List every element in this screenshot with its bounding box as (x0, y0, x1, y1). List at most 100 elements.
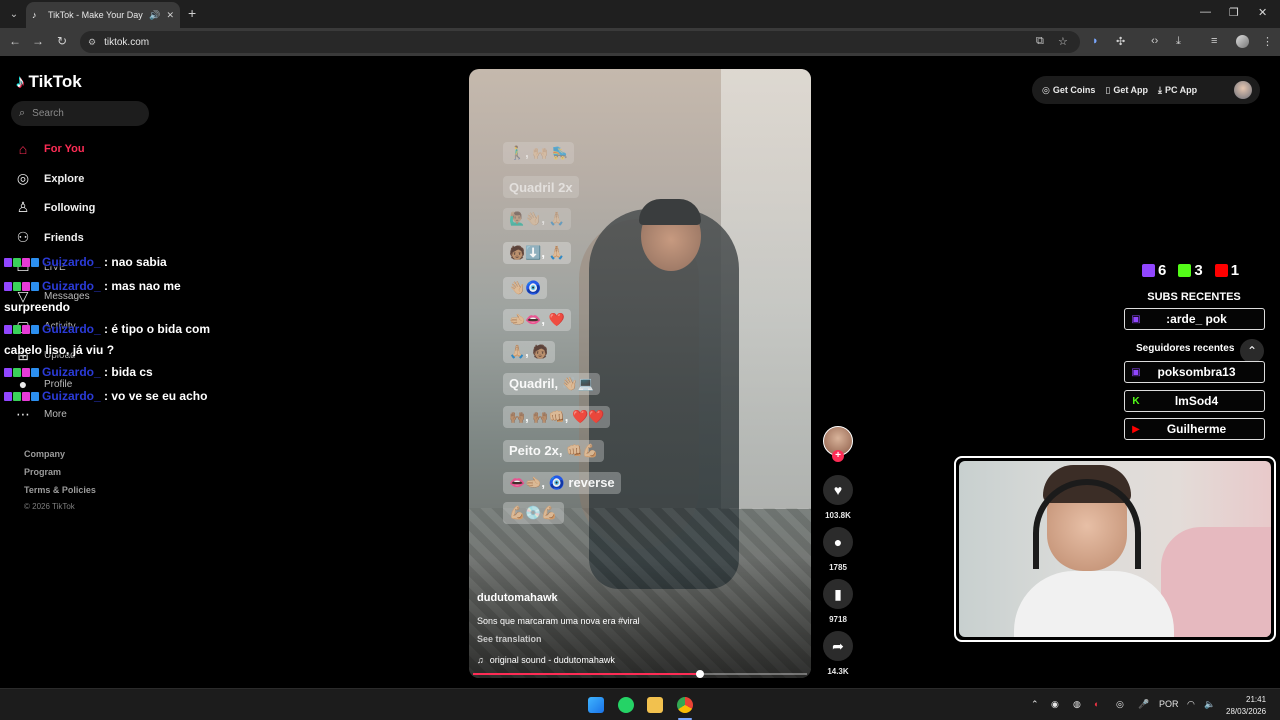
whatsapp-icon[interactable] (618, 697, 634, 713)
get-coins-button[interactable]: ◎ Get Coins (1042, 85, 1095, 96)
webcam-feed (959, 461, 1271, 637)
video-player[interactable]: 🚶‍♂️, 🙌🏼 🛼 Quadril 2x 🙋🏽‍♂️👋🏼, 🙏🏼 🧑🏽⬇️, … (469, 69, 811, 678)
follower-pill: ▶ Guilherme (1124, 418, 1265, 440)
system-clock[interactable]: 21:41 28/03/2026 (1226, 694, 1266, 718)
chat-badges-icon (4, 253, 40, 273)
search-input[interactable] (32, 108, 133, 119)
following-icon: ♙ (16, 199, 30, 215)
language-indicator[interactable]: POR (1159, 699, 1179, 709)
back-icon[interactable]: ← (7, 34, 23, 48)
browser-tab[interactable]: ♪ TikTok - Make Your Day 🔊 ✕ (26, 2, 180, 28)
minimize-button[interactable]: — (1200, 6, 1211, 18)
like-button[interactable]: ♥ (823, 475, 853, 505)
speaker-icon[interactable]: 🔊 (149, 10, 160, 21)
twitch-icon (1142, 264, 1155, 277)
app-tray-icon[interactable]: ◍ (1073, 699, 1081, 710)
bookmark-star-icon[interactable]: ☆ (1058, 35, 1068, 48)
file-explorer-icon[interactable] (647, 697, 663, 713)
get-app-button[interactable]: ▯ Get App (1105, 85, 1148, 96)
nav-explore[interactable]: ◎ Explore (14, 170, 84, 187)
tiktok-favicon-icon: ♪ (32, 10, 37, 20)
maximize-button[interactable]: ❐ (1229, 6, 1239, 19)
chat-username: Guizardo_ (42, 365, 101, 379)
tab-search-button[interactable]: ⌄ (4, 4, 24, 24)
dance-move-label: 🚶‍♂️, 🙌🏼 🛼 (503, 142, 575, 164)
video-sound[interactable]: ♫ original sound - dudutomahawk (477, 655, 615, 665)
coin-icon: ◎ (1042, 84, 1050, 95)
windows-taskbar: ⌃ ◉ ◍ ◐ ◎ 🎤 POR ◠ 🔈 21:41 28/03/2026 (0, 688, 1280, 720)
tiktok-logo[interactable]: ♪ TikTok (16, 72, 82, 92)
video-progress-bar[interactable] (473, 670, 807, 678)
extension-icon[interactable]: ◗ (1092, 35, 1099, 47)
logo-text: TikTok (28, 72, 82, 91)
profile-avatar[interactable] (1236, 35, 1249, 48)
chat-badges-icon (4, 277, 40, 297)
footer-company-link[interactable]: Company (24, 449, 65, 459)
save-button[interactable]: ▮ (823, 579, 853, 609)
address-bar[interactable]: ⚙ tiktok.com (80, 31, 1080, 53)
microphone-icon[interactable]: 🎤 (1138, 699, 1149, 710)
browser-tab-bar: ⌄ ♪ TikTok - Make Your Day 🔊 ✕ + — ❐ ✕ (0, 0, 1280, 28)
youtube-count: 1 (1230, 262, 1240, 279)
url-text[interactable]: tiktok.com (104, 37, 149, 48)
dance-move-label: 👄🫲🏼, 🧿 reverse (503, 472, 621, 494)
forward-icon[interactable]: → (30, 34, 46, 48)
search-box[interactable]: ⌕ (11, 101, 149, 126)
copyright: © 2026 TikTok (24, 502, 75, 511)
dance-move-label: Quadril, 👋🏼💻 (503, 373, 601, 395)
tray-overflow-icon[interactable]: ⌃ (1031, 699, 1039, 710)
nav-label: Following (44, 201, 96, 214)
dance-move-label: 👋🏼🧿 (503, 277, 548, 299)
pc-app-button[interactable]: ⤓ PC App (1158, 85, 1197, 96)
comment-count: 1785 (829, 563, 847, 572)
media-control-icon[interactable]: ≡ (1211, 35, 1217, 47)
chat-badges-icon (4, 320, 40, 340)
chrome-icon[interactable] (677, 697, 693, 713)
new-tab-button[interactable]: + (188, 5, 196, 21)
user-avatar[interactable] (1234, 81, 1252, 99)
menu-dots-icon[interactable]: ⋮ (1262, 35, 1273, 48)
share-count: 14.3K (827, 667, 849, 676)
nav-following[interactable]: ♙ Following (14, 199, 96, 216)
tab-title: TikTok - Make Your Day (48, 10, 143, 20)
top-right-actions: ◎ Get Coins ▯ Get App ⤓ PC App (1032, 76, 1260, 104)
see-translation-link[interactable]: See translation (477, 634, 542, 644)
kick-counter: 3 (1178, 262, 1203, 279)
nav-friends[interactable]: ⚇ Friends (14, 229, 84, 246)
wifi-icon[interactable]: ◠ (1187, 699, 1195, 710)
volume-icon[interactable]: 🔈 (1204, 699, 1215, 710)
video-author[interactable]: dudutomahawk (477, 592, 558, 604)
nav-more[interactable]: ⋯ More (14, 406, 67, 423)
steam-tray-icon[interactable]: ◎ (1116, 699, 1124, 710)
footer-terms-link[interactable]: Terms & Policies (24, 485, 96, 495)
dance-move-label: 🙌🏽, 🙌🏽👊🏼, ❤️❤️ (503, 406, 611, 428)
heart-icon: ♥ (833, 482, 843, 498)
close-window-button[interactable]: ✕ (1258, 6, 1267, 19)
share-button[interactable]: ➦ (823, 631, 853, 661)
windows-start-icon[interactable] (588, 697, 604, 713)
kick-icon (1178, 264, 1192, 277)
scroll-up-chevron-icon[interactable]: ⌃ (1240, 339, 1264, 363)
footer-program-link[interactable]: Program (24, 467, 61, 477)
save-count: 9718 (829, 615, 847, 624)
antivirus-tray-icon[interactable]: ◐ (1094, 699, 1099, 709)
download-icon[interactable]: ⤓ (1176, 35, 1181, 48)
comment-button[interactable]: ● (823, 527, 853, 557)
follower-pill: K lmSod4 (1124, 390, 1265, 412)
install-app-icon[interactable]: ⧉ (1036, 35, 1044, 48)
webcam-frame (954, 456, 1276, 642)
extensions-puzzle-icon[interactable]: ✣ (1116, 35, 1125, 48)
chat-message: Guizardo_ : vo ve se eu acho (4, 386, 214, 407)
like-count: 103.8K (825, 511, 851, 520)
webcam-pillow (1161, 527, 1271, 637)
nav-for-you[interactable]: ⌂ For You (14, 141, 85, 157)
youtube-icon (1214, 264, 1228, 277)
platform-counters: 6 3 1 (1142, 262, 1239, 279)
discord-tray-icon[interactable]: ◉ (1051, 699, 1059, 710)
reload-icon[interactable]: ↻ (54, 34, 70, 48)
close-tab-icon[interactable]: ✕ (166, 10, 174, 21)
site-info-icon[interactable]: ⚙ (88, 37, 96, 48)
follow-plus-icon[interactable]: + (832, 450, 844, 462)
get-app-label: Get App (1113, 85, 1148, 95)
devtools-icon[interactable]: ‹› (1151, 35, 1158, 47)
